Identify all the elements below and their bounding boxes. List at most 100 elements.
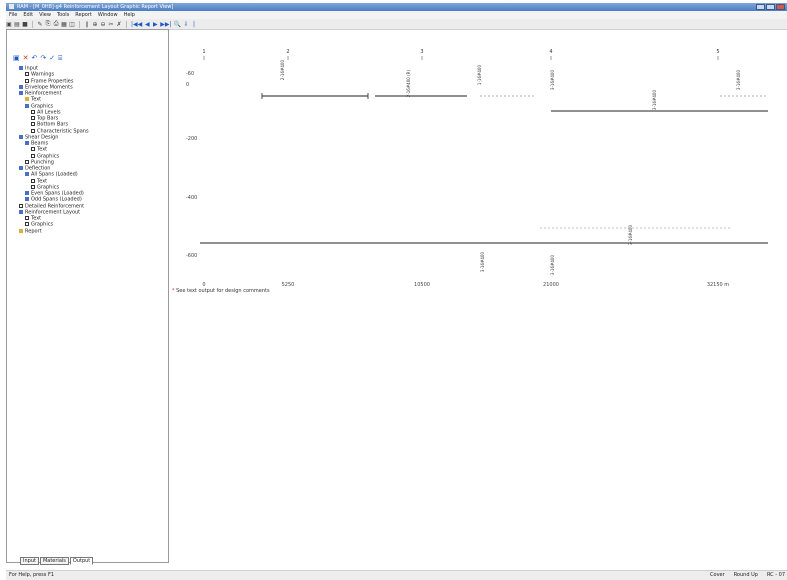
toolbar-button-19[interactable]: |	[191, 21, 197, 28]
tree-item-label: Graphics	[37, 184, 60, 191]
toolbar-button-16[interactable]: ▶▶|	[160, 21, 171, 28]
checkbox-icon	[31, 184, 35, 189]
toolbar-button-15[interactable]: ▶	[152, 21, 158, 28]
toolbar-button-0[interactable]: ▣	[6, 21, 12, 28]
checkbox-icon	[31, 178, 35, 183]
tree-item-label: Deflection	[25, 165, 51, 172]
toolbar-button-5[interactable]: ⎙	[53, 20, 59, 28]
tree-item-label: Text	[37, 178, 48, 184]
tree-item-label: Punching	[31, 159, 54, 166]
menu-tools[interactable]: Tools	[54, 11, 72, 19]
checkbox-icon	[31, 109, 35, 114]
span-label: 5	[716, 49, 719, 55]
checkbox-icon	[19, 203, 23, 208]
minimize-button[interactable]	[756, 4, 765, 10]
toolbar-button-11[interactable]: ✂	[108, 21, 114, 28]
bar-label: 3-16#400	[628, 225, 633, 246]
menu-report[interactable]: Report	[72, 11, 95, 19]
checkbox-icon	[25, 222, 29, 227]
bar-label: 3-16#400	[550, 70, 555, 91]
span-label: 4	[549, 49, 552, 55]
toolbar-separator	[79, 20, 80, 28]
menu-help[interactable]: Help	[121, 11, 138, 19]
toolbar-button-12[interactable]: ✗	[116, 21, 122, 28]
tree-item-label: Report	[25, 228, 42, 234]
tree-item-label: Input	[25, 65, 38, 72]
menu-file[interactable]: File	[6, 11, 20, 19]
toolbar-button-10[interactable]: ⊖	[100, 21, 106, 28]
checkbox-icon	[25, 78, 29, 83]
folder-icon	[19, 84, 23, 89]
tree-item-label: Odd Spans (Loaded)	[31, 196, 82, 203]
tree-item-label: Beams	[31, 140, 49, 147]
toolbar-button-4[interactable]: ⎘	[45, 20, 51, 28]
y-tick-label: -200	[186, 136, 197, 142]
menu-edit[interactable]: Edit	[20, 11, 36, 19]
toolbar-button-9[interactable]: ⊕	[92, 21, 98, 28]
folder-icon	[25, 197, 29, 202]
toolbar-button-6[interactable]: ▦	[61, 21, 67, 28]
bar-label: 2-16#400 (R)	[406, 70, 411, 98]
bar-label: 1-16#400	[477, 65, 482, 86]
span-label: 3	[420, 49, 423, 55]
window-controls	[756, 4, 785, 10]
toolbar-button-14[interactable]: ◀	[144, 21, 150, 28]
close-button[interactable]	[776, 4, 785, 10]
x-tick-label: 21000	[543, 282, 559, 288]
tab-materials[interactable]: Materials	[39, 557, 69, 565]
tree-item-label: Text	[31, 96, 42, 103]
tree-item-label: Graphics	[31, 103, 54, 109]
toolbar-button-7[interactable]: ◫	[69, 21, 75, 28]
tree-tool-1[interactable]: ✕	[23, 54, 29, 63]
folder-icon	[19, 134, 23, 139]
folder-icon	[19, 66, 23, 70]
x-tick-label: 5250	[282, 282, 295, 288]
window-title: RAM - [M_0H8]-g4 Reinforcement Layout Gr…	[17, 4, 174, 10]
tree-item-label: Top Bars	[37, 115, 59, 122]
design-note: * See text output for design comments	[172, 288, 270, 294]
tab-output[interactable]: Output	[69, 557, 94, 565]
tree-item-label: Text	[31, 215, 42, 222]
toolbar-button-13[interactable]: |◀◀	[131, 21, 142, 28]
tab-input[interactable]: Input	[20, 557, 39, 565]
folder-icon	[19, 166, 23, 170]
toolbar-button-1[interactable]: ▤	[14, 21, 20, 28]
tree-item-label: All Spans (Loaded)	[31, 171, 78, 178]
app-icon	[9, 4, 14, 9]
tree-item-label: Bottom Bars	[37, 121, 69, 128]
tree-item-label: Envelope Moments	[25, 84, 73, 91]
menu-window[interactable]: Window	[95, 11, 121, 19]
y-tick-label: -400	[186, 195, 197, 201]
toolbar-button-18[interactable]: ⇩	[183, 21, 189, 28]
checkbox-icon	[25, 72, 29, 77]
tree-tool-2[interactable]: ↶	[32, 54, 38, 63]
toolbar-separator	[32, 20, 33, 28]
tree-tool-0[interactable]: ▣	[13, 54, 20, 63]
checkbox-icon	[31, 147, 35, 152]
tree-item[interactable]: Report	[19, 228, 89, 235]
bar-label: 2-16#400	[280, 60, 285, 81]
span-label: 1	[202, 49, 205, 55]
toolbar-button-17[interactable]: 🔍	[174, 21, 181, 28]
tree-item-label: Shear Design	[25, 134, 59, 141]
tree-tool-4[interactable]: ✓	[49, 54, 55, 63]
menu-view[interactable]: View	[36, 11, 54, 19]
checkbox-icon	[25, 216, 29, 220]
maximize-button[interactable]	[766, 4, 775, 10]
tree-toolbar: ▣ ✕ ↶ ↷ ✓ ⌸	[13, 54, 62, 63]
x-tick-label: 32150 m	[707, 282, 729, 288]
span-label: 2	[286, 49, 289, 55]
report-tree: Input Warnings Frame Properties Envelope Mo…	[19, 66, 89, 235]
toolbar-button-2[interactable]: ■	[22, 21, 28, 28]
tree-tool-5[interactable]: ⌸	[58, 54, 62, 63]
bar-label: 3-16#400	[736, 70, 741, 91]
folder-icon	[19, 91, 23, 95]
title-bar: RAM - [M_0H8]-g4 Reinforcement Layout Gr…	[6, 3, 787, 11]
checkbox-icon	[25, 159, 29, 164]
toolbar-button-8[interactable]: ∥	[84, 21, 90, 28]
toolbar-button-3[interactable]: ✎	[37, 21, 43, 28]
tree-tool-3[interactable]: ↷	[40, 54, 46, 63]
y-tick-label: -60	[186, 71, 194, 77]
tree-item-label: All Levels	[37, 109, 61, 116]
reinforcement-layout-diagram: 1 2 3 4 5-600-200-400-6000 5250 10500 21000 3215…	[186, 49, 768, 288]
